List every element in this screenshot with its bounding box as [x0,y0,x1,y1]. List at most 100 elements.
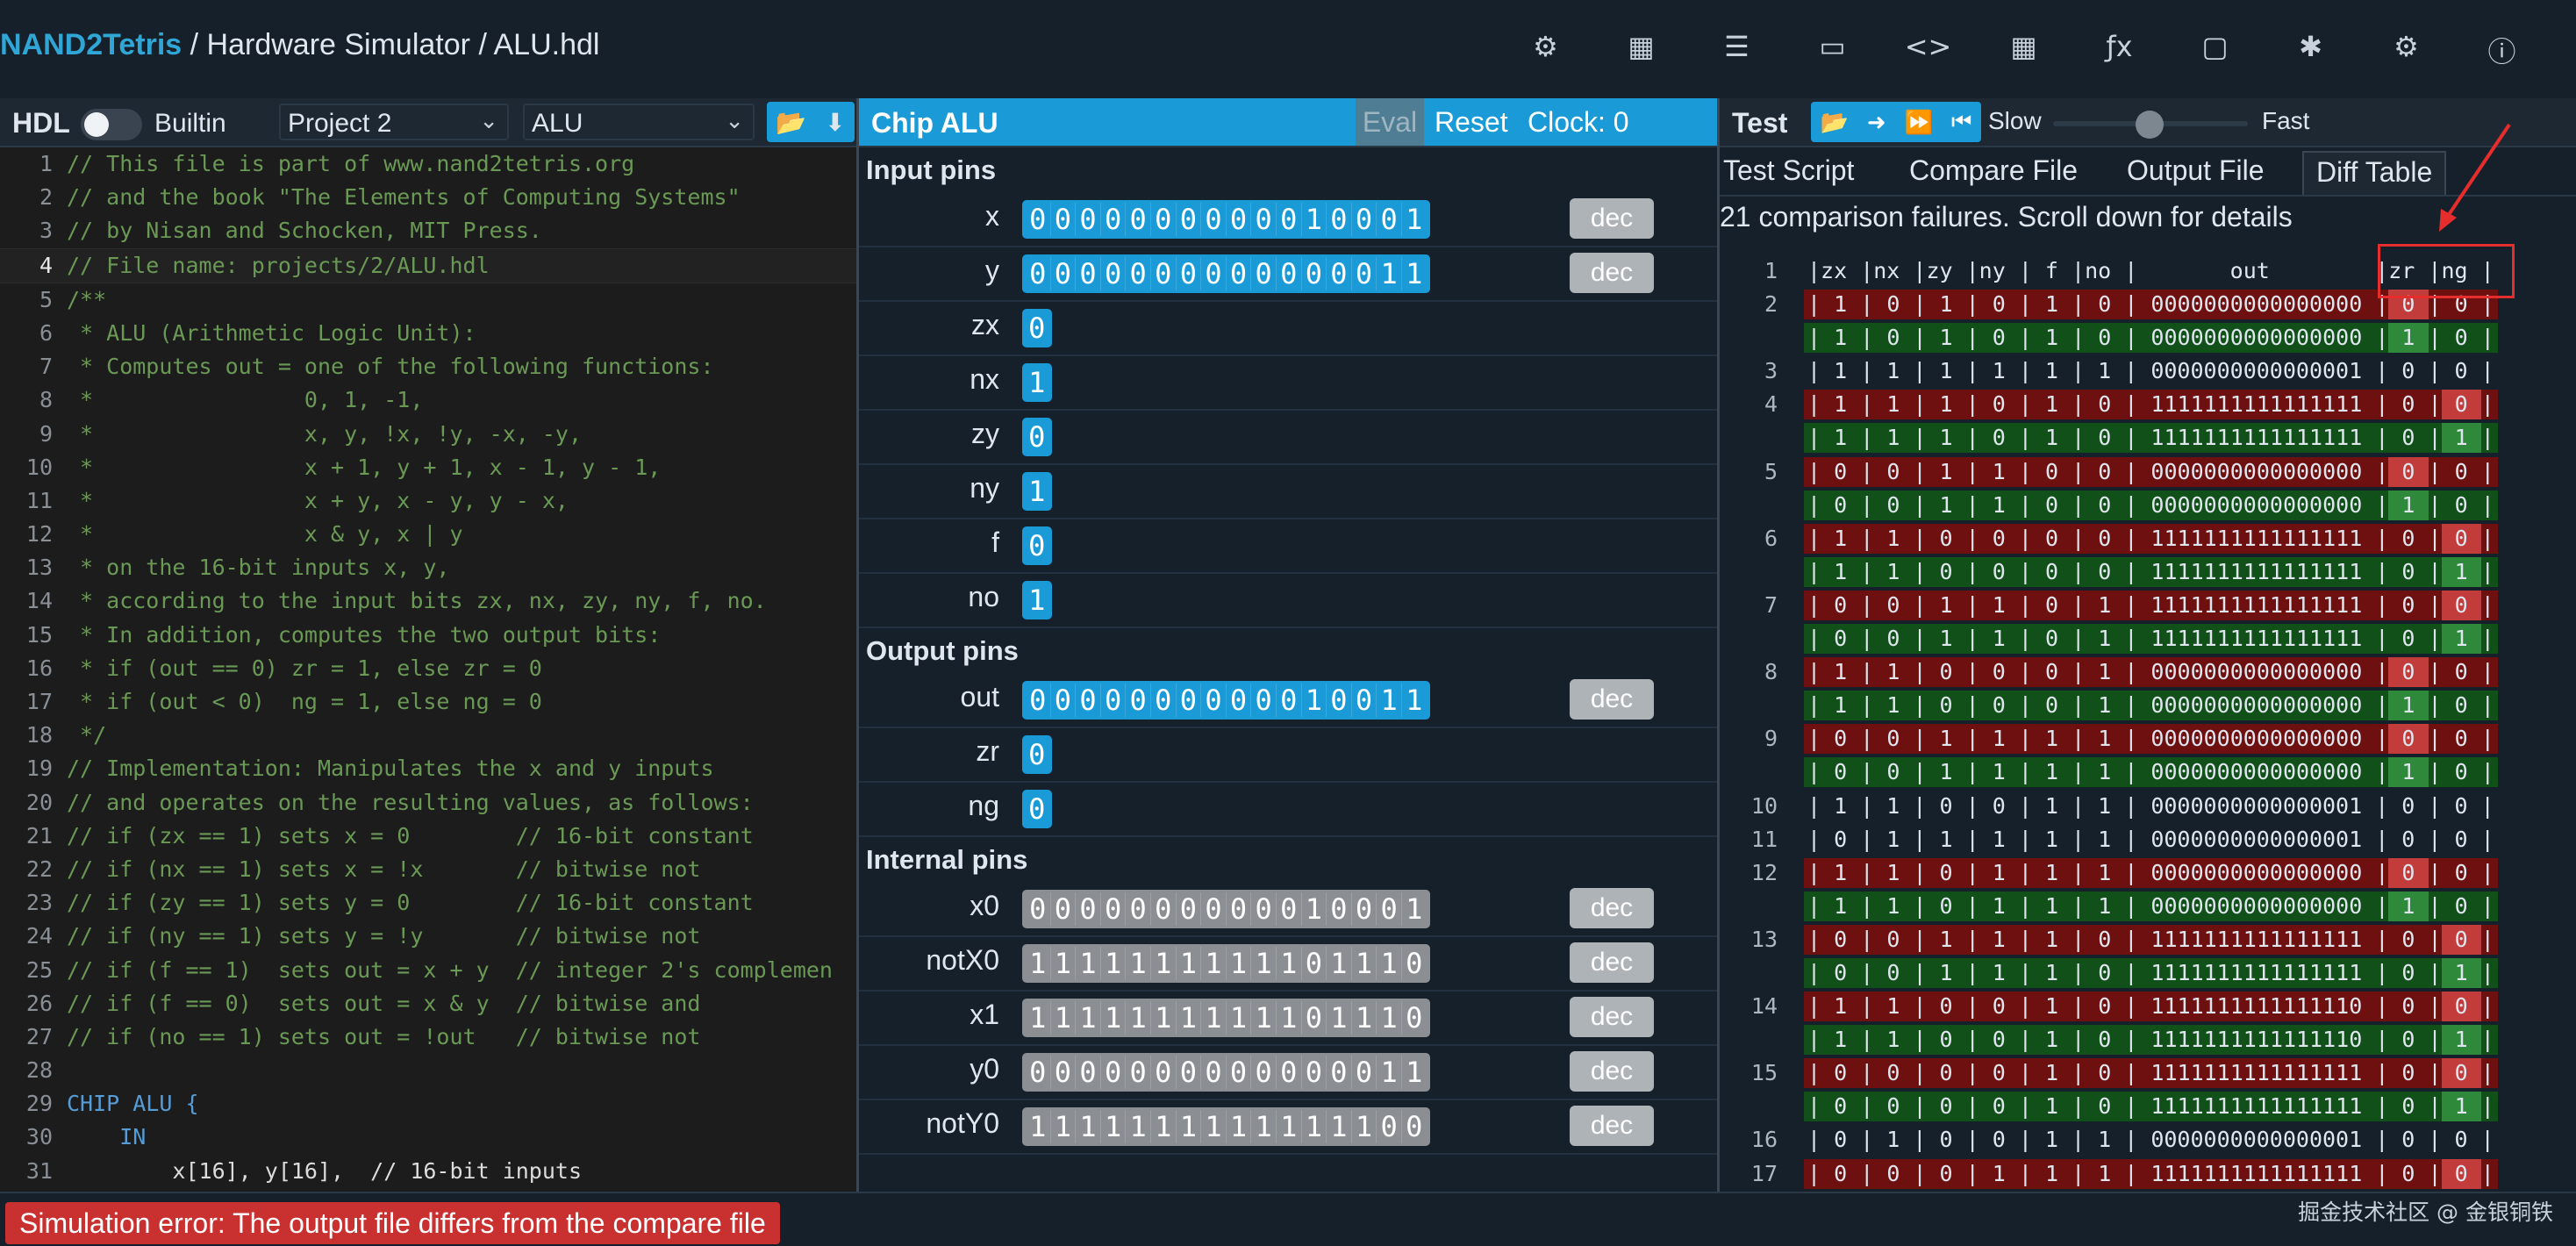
pin-value[interactable]: 0000000000000011 [1022,254,1430,293]
dec-button[interactable]: dec [1570,253,1654,293]
tab-test-script[interactable]: Test Script [1723,154,1854,187]
bit[interactable]: 0 [1025,529,1049,562]
list-icon[interactable]: ☰ [1689,30,1785,70]
tab-compare-file[interactable]: Compare File [1909,154,2078,187]
bit[interactable]: 0 [1051,684,1077,717]
monitor-icon[interactable]: ▭ [1785,30,1880,70]
chip-icon[interactable]: ⚙ [1498,30,1593,70]
bit[interactable]: 0 [1126,257,1151,290]
breadcrumb-section[interactable]: Hardware Simulator [207,28,470,61]
bit[interactable]: 0 [1352,257,1377,290]
cpu-icon[interactable]: ▦ [1593,30,1689,70]
dec-button[interactable]: dec [1570,997,1654,1037]
bit[interactable]: 1 [1302,684,1327,717]
bit[interactable]: 0 [1076,257,1101,290]
brand-link[interactable]: NAND2Tetris [0,28,182,61]
bit[interactable]: 0 [1025,420,1049,454]
bit[interactable]: 0 [1026,203,1051,236]
bit[interactable]: 0 [1026,257,1051,290]
project-select[interactable]: Project 2 ⌄ [279,104,509,140]
bit[interactable]: 0 [1201,684,1227,717]
bit[interactable]: 0 [1327,684,1352,717]
bit[interactable]: 0 [1201,203,1227,236]
bit[interactable]: 0 [1277,203,1302,236]
bit[interactable]: 0 [1076,684,1101,717]
bit[interactable]: 0 [1101,684,1127,717]
bit[interactable]: 0 [1327,257,1352,290]
bit[interactable]: 1 [1302,203,1327,236]
download-icon[interactable]: ⬇ [825,108,845,137]
bit[interactable]: 1 [1402,257,1427,290]
open-folder-icon[interactable]: 📂 [1821,109,1849,136]
dec-button[interactable]: dec [1570,1051,1654,1092]
bit[interactable]: 0 [1227,684,1252,717]
bug-icon[interactable]: ✱ [2263,30,2358,70]
pin-value[interactable]: 0000000000010011 [1022,681,1430,720]
pin-value[interactable]: 0 [1022,418,1052,456]
bit[interactable]: 0 [1026,684,1051,717]
speed-slider-thumb[interactable] [2136,111,2164,139]
hdl-editor[interactable]: 1 // This file is part of www.nand2tetris… [0,147,856,1188]
bit[interactable]: 1 [1402,684,1427,717]
bit[interactable]: 0 [1251,257,1277,290]
bit[interactable]: 0 [1377,203,1402,236]
bit[interactable]: 1 [1025,584,1049,617]
pin-value[interactable]: 0 [1022,526,1052,565]
dec-button[interactable]: dec [1570,1106,1654,1146]
tab-diff-table[interactable]: Diff Table [2302,151,2447,195]
bit[interactable]: 0 [1251,203,1277,236]
step-icon[interactable]: ➜ [1867,109,1886,136]
dec-button[interactable]: dec [1570,942,1654,983]
bit[interactable]: 0 [1201,257,1227,290]
open-folder-icon[interactable]: 📂 [776,108,806,137]
diff-table[interactable]: 1 |zx |nx |zy |ny | f |no | out |zr |ng |… [1720,254,2576,1191]
bit[interactable]: 0 [1151,203,1177,236]
bit[interactable]: 0 [1051,257,1077,290]
reset-button[interactable]: Reset [1435,106,1508,139]
bit[interactable]: 0 [1302,257,1327,290]
pin-value[interactable]: 1 [1022,581,1052,619]
bit[interactable]: 0 [1076,203,1101,236]
bit[interactable]: 0 [1277,257,1302,290]
bit[interactable]: 0 [1025,792,1049,826]
builtin-toggle[interactable] [81,109,142,140]
rewind-icon[interactable]: ⏮ [1951,108,1971,136]
pin-value[interactable]: 0000000000010001 [1022,200,1430,239]
bit[interactable]: 0 [1327,203,1352,236]
bit[interactable]: 0 [1177,257,1202,290]
bit[interactable]: 0 [1177,203,1202,236]
dec-button[interactable]: dec [1570,679,1654,720]
bit[interactable]: 0 [1025,312,1049,345]
settings-icon[interactable]: ⚙ [2358,30,2454,70]
info-icon[interactable]: ⓘ [2454,30,2550,70]
bit[interactable]: 0 [1101,257,1127,290]
bit[interactable]: 1 [1402,203,1427,236]
book-icon[interactable]: ▢ [2167,30,2263,70]
code-icon[interactable]: <> [1880,30,1976,70]
bit[interactable]: 1 [1377,684,1402,717]
chip-select[interactable]: ALU ⌄ [523,104,755,140]
bit[interactable]: 0 [1277,684,1302,717]
bit[interactable]: 0 [1227,203,1252,236]
pin-value[interactable]: 0 [1022,309,1052,347]
bit[interactable]: 0 [1051,203,1077,236]
bit[interactable]: 0 [1227,257,1252,290]
bit[interactable]: 0 [1251,684,1277,717]
tab-output-file[interactable]: Output File [2127,154,2265,187]
bit[interactable]: 0 [1151,684,1177,717]
bit[interactable]: 0 [1352,203,1377,236]
bit[interactable]: 0 [1101,203,1127,236]
pin-value[interactable]: 1 [1022,363,1052,402]
pin-value[interactable]: 0 [1022,735,1052,774]
dec-button[interactable]: dec [1570,888,1654,928]
dec-button[interactable]: dec [1570,198,1654,239]
bit[interactable]: 1 [1025,475,1049,508]
bit[interactable]: 1 [1377,257,1402,290]
bit[interactable]: 0 [1352,684,1377,717]
bit[interactable]: 0 [1126,203,1151,236]
bit[interactable]: 0 [1151,257,1177,290]
fast-forward-icon[interactable]: ⏩ [1905,109,1933,136]
function-icon[interactable]: ƒx [2072,30,2167,70]
bit[interactable]: 0 [1177,684,1202,717]
eval-button[interactable]: Eval [1356,98,1424,146]
